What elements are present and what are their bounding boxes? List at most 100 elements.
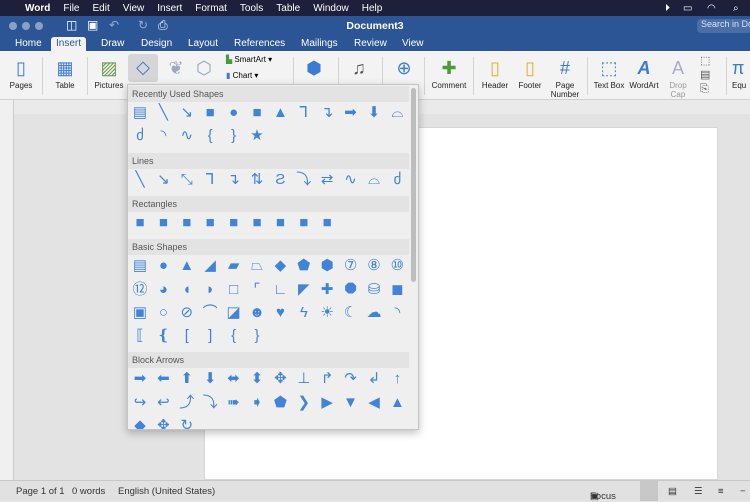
cross-icon[interactable]: ✚ — [318, 281, 336, 299]
right-bracket-icon[interactable]: ] — [201, 327, 219, 345]
round-same-side-icon[interactable]: ■ — [295, 214, 313, 232]
quad-arrow-icon[interactable]: ✥ — [271, 370, 289, 388]
round-single-corner-icon[interactable]: ■ — [271, 214, 289, 232]
zoom-out-icon[interactable]: − — [740, 486, 746, 497]
rounded-rectangle-icon[interactable]: ■ — [248, 104, 266, 122]
left-bracket-icon[interactable]: [ — [178, 327, 196, 345]
diagonal-stripe-icon[interactable]: ◤ — [295, 281, 313, 299]
no-symbol-icon[interactable]: ⊘ — [178, 304, 196, 322]
right-brace-icon[interactable]: } — [225, 127, 243, 145]
left-right-arrow-icon[interactable]: ⬌ — [225, 370, 243, 388]
smartart-button[interactable]: ▙ SmartArt ▾ — [226, 55, 272, 64]
chart-button[interactable]: ▮ Chart ▾ — [226, 71, 258, 80]
menu-format[interactable]: Format — [195, 3, 227, 14]
double-arrow-line-icon[interactable]: ⤡ — [178, 171, 196, 189]
l-shape-icon[interactable]: ∟ — [271, 281, 289, 299]
teardrop-icon[interactable]: ◗ — [201, 281, 219, 299]
triangle-icon[interactable]: ▲ — [271, 104, 289, 122]
scribble-icon[interactable]: ძ — [131, 127, 149, 145]
menu-insert[interactable]: Insert — [157, 3, 182, 14]
date-time-icons[interactable]: ⬚ ▤ ⎘ — [700, 54, 710, 96]
right-triangle-icon[interactable]: ◢ — [201, 257, 219, 275]
freeform-icon[interactable]: ⌓ — [388, 104, 406, 122]
text-box-icon[interactable]: ▤ — [131, 257, 149, 275]
text-box-button[interactable]: ⬚ Text Box — [592, 55, 626, 90]
sun-icon[interactable]: ☀ — [318, 304, 336, 322]
menu-app-name[interactable]: Word — [25, 3, 50, 14]
curved-left-arrow-icon[interactable]: ↩ — [154, 394, 172, 412]
page-number-button[interactable]: # Page Number — [548, 55, 582, 99]
curved-connector-icon[interactable]: Ƨ — [271, 171, 289, 189]
header-button[interactable]: ▯ Header — [478, 55, 512, 90]
left-brace-icon[interactable]: { — [225, 327, 243, 345]
elbow-arrow-connector-icon[interactable]: ↴ — [225, 171, 243, 189]
play-icon[interactable]: ⏵ — [665, 3, 670, 14]
down-arrow-icon[interactable]: ⬇ — [201, 370, 219, 388]
decagon-icon[interactable]: ⑩ — [388, 257, 406, 275]
right-arrow-callout-icon[interactable]: ▶ — [318, 394, 336, 412]
search-input[interactable]: Search in Document — [697, 19, 750, 33]
pages-button[interactable]: ▯ Pages — [6, 55, 36, 90]
gallery-scrollbar[interactable] — [411, 88, 416, 282]
pentagon-arrow-icon[interactable]: ⬟ — [271, 394, 289, 412]
menu-view[interactable]: View — [123, 3, 145, 14]
comment-button[interactable]: ✚ Comment — [430, 55, 468, 90]
up-arrow-icon[interactable]: ⬆ — [178, 370, 196, 388]
left-up-arrow-icon[interactable]: ↲ — [365, 370, 383, 388]
bent-up-arrow-icon[interactable]: ↑ — [388, 370, 406, 388]
line-icon[interactable]: ╲ — [131, 171, 149, 189]
shapes-button[interactable]: ◇ — [128, 54, 158, 82]
menu-help[interactable]: Help — [362, 3, 383, 14]
diamond-icon[interactable]: ◆ — [271, 257, 289, 275]
left-right-arrow-callout-icon[interactable]: ◆ — [131, 417, 149, 429]
double-brace-icon[interactable]: ❴ — [154, 327, 172, 345]
plaque-icon[interactable]: ⯃ — [342, 281, 360, 299]
elbow-arrow-connector-icon[interactable]: ↴ — [318, 104, 336, 122]
quad-arrow-callout-icon[interactable]: ✥ — [154, 417, 172, 429]
right-brace-icon[interactable]: } — [248, 327, 266, 345]
left-right-up-arrow-icon[interactable]: ⊥ — [295, 370, 313, 388]
u-turn-arrow-icon[interactable]: ↷ — [342, 370, 360, 388]
curved-arrow-connector-icon[interactable]: ⤵ — [295, 171, 313, 189]
block-arc-icon[interactable]: ⌒ — [201, 304, 219, 322]
language[interactable]: English (United States) — [118, 486, 215, 497]
pie-icon[interactable]: ◕ — [154, 281, 172, 299]
bent-arrow-icon[interactable]: ↱ — [318, 370, 336, 388]
link-button[interactable]: ⊕ — [390, 55, 418, 81]
frame-icon[interactable]: □ — [225, 281, 243, 299]
pentagon-icon[interactable]: ⬟ — [295, 257, 313, 275]
battery-icon[interactable]: ▭ — [683, 3, 692, 14]
dodecagon-icon[interactable]: ⑫ — [131, 281, 149, 299]
tab-layout[interactable]: Layout — [183, 37, 223, 51]
triangle-icon[interactable]: ▲ — [178, 257, 196, 275]
cloud-icon[interactable]: ☁ — [365, 304, 383, 322]
bevel-icon[interactable]: ▣ — [131, 304, 149, 322]
freeform-icon[interactable]: ⌓ — [365, 171, 383, 189]
curved-right-arrow-icon[interactable]: ↪ — [131, 394, 149, 412]
curved-double-arrow-connector-icon[interactable]: ⇄ — [318, 171, 336, 189]
donut-icon[interactable]: ○ — [154, 304, 172, 322]
menu-edit[interactable]: Edit — [93, 3, 110, 14]
round-diagonal-icon[interactable]: ■ — [318, 214, 336, 232]
tab-view[interactable]: View — [397, 37, 429, 51]
right-arrow-icon[interactable]: ➡ — [342, 104, 360, 122]
lightning-bolt-icon[interactable]: ϟ — [295, 304, 313, 322]
menu-table[interactable]: Table — [276, 3, 300, 14]
right-arrow-icon[interactable]: ➡ — [131, 370, 149, 388]
word-count[interactable]: 0 words — [72, 486, 105, 497]
oval-icon[interactable]: ● — [154, 257, 172, 275]
tab-references[interactable]: References — [229, 37, 290, 51]
line-icon[interactable]: ╲ — [154, 104, 172, 122]
arc-icon[interactable]: ◝ — [154, 127, 172, 145]
wordart-button[interactable]: A WordArt — [628, 55, 660, 90]
down-arrow-callout-icon[interactable]: ▼ — [342, 394, 360, 412]
star-icon[interactable]: ★ — [248, 127, 266, 145]
striped-right-arrow-icon[interactable]: ➠ — [225, 394, 243, 412]
double-bracket-icon[interactable]: ⟦ — [131, 327, 149, 345]
draft-view-icon[interactable]: ≡ — [718, 486, 724, 497]
arc-icon[interactable]: ◝ — [388, 304, 406, 322]
trapezoid-icon[interactable]: ⏢ — [248, 257, 266, 275]
3d-shapes-button[interactable]: ⬢ — [300, 55, 328, 81]
snip-same-side-icon[interactable]: ■ — [201, 214, 219, 232]
up-down-arrow-icon[interactable]: ⬍ — [248, 370, 266, 388]
